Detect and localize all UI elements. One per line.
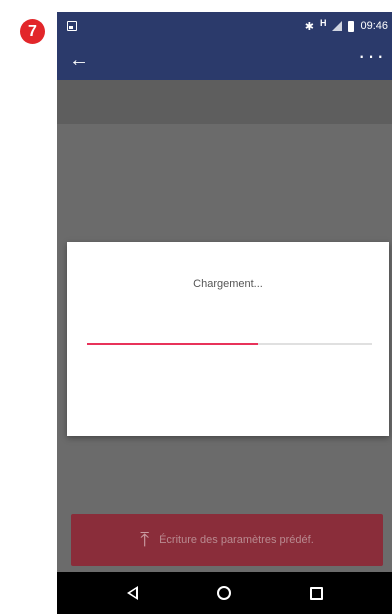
upload-icon: ⤒	[140, 528, 150, 551]
nav-home-icon[interactable]	[216, 586, 231, 600]
status-time: 09:46	[360, 20, 388, 32]
step-number-badge: 7	[20, 19, 45, 44]
upload-presets-button[interactable]: ⤒ Écriture des paramètres prédéf.	[71, 514, 383, 566]
status-left	[67, 21, 77, 31]
phone-screen: ✱ H 09:46 ← ··· ⤒ Écriture des paramètre…	[57, 12, 392, 614]
nav-back-icon[interactable]	[126, 586, 138, 600]
upload-presets-label: Écriture des paramètres prédéf.	[159, 534, 314, 546]
loading-message: Chargement...	[193, 278, 263, 290]
progress-track	[87, 343, 372, 345]
network-type: H	[319, 18, 327, 28]
signal-icon	[332, 21, 343, 31]
nav-recents-icon[interactable]	[309, 586, 323, 600]
section-header-strip	[57, 80, 392, 124]
image-notification-icon	[67, 21, 77, 31]
arrow-left-icon[interactable]: ←	[69, 50, 89, 70]
status-right: ✱ H 09:46	[304, 18, 388, 33]
navigation-bar	[57, 572, 392, 614]
loading-dialog: Chargement...	[67, 242, 389, 436]
more-horizontal-icon[interactable]: ···	[358, 45, 386, 67]
app-bar: ← ···	[57, 40, 392, 80]
bluetooth-icon: ✱	[304, 20, 314, 33]
progress-fill	[87, 343, 258, 345]
status-bar: ✱ H 09:46	[57, 12, 392, 40]
battery-icon	[348, 20, 355, 32]
